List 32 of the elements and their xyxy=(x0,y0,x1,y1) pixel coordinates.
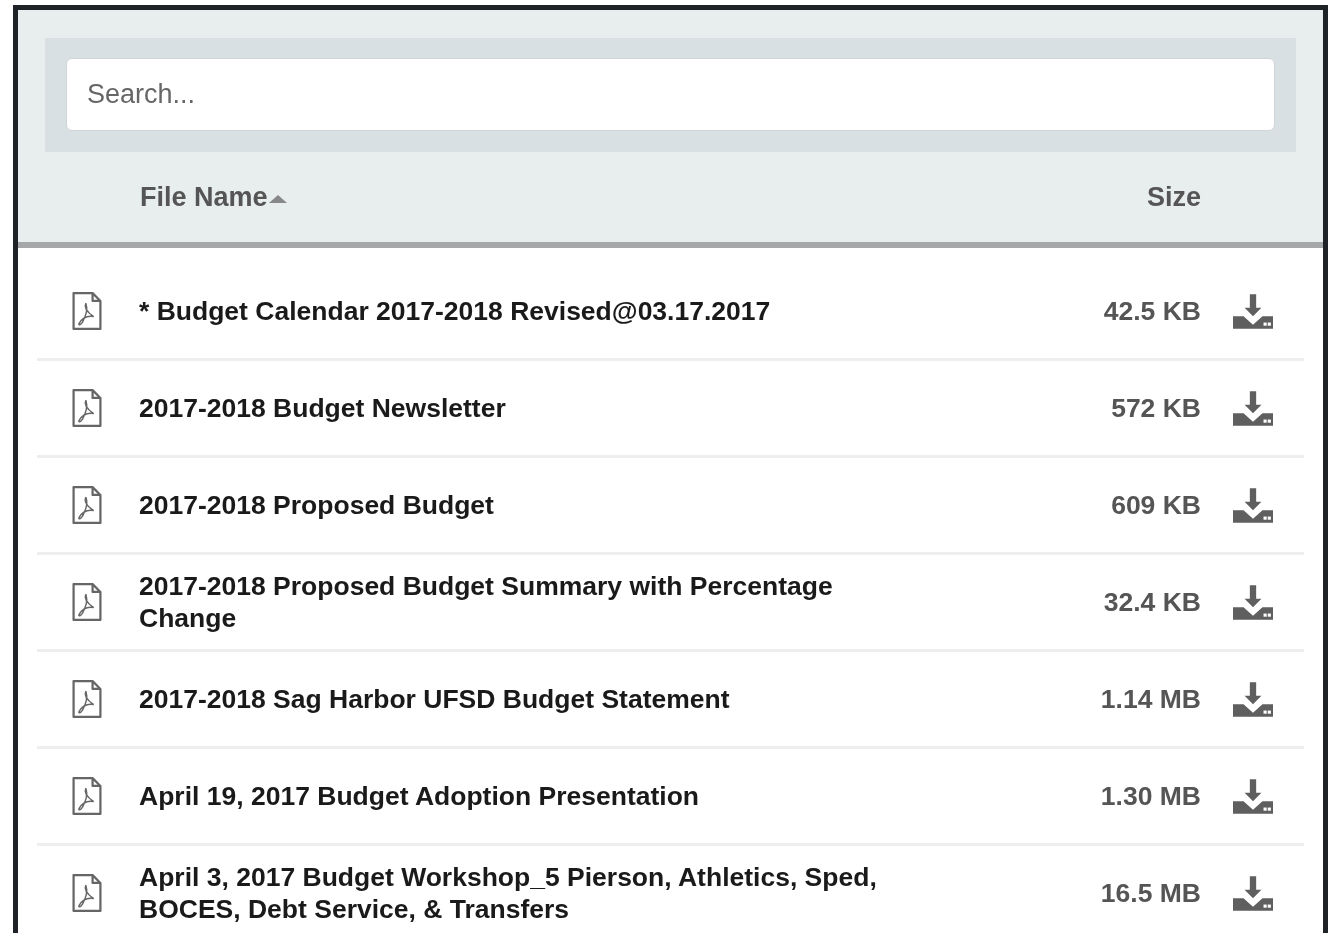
file-size: 609 KB xyxy=(1111,489,1201,521)
file-name[interactable]: April 19, 2017 Budget Adoption Presentation xyxy=(139,780,909,812)
download-icon[interactable] xyxy=(1233,390,1273,426)
pdf-file-icon xyxy=(69,680,105,718)
pdf-file-icon xyxy=(69,777,105,815)
file-size: 1.14 MB xyxy=(1100,683,1201,715)
download-icon[interactable] xyxy=(1233,681,1273,717)
file-name[interactable]: * Budget Calendar 2017-2018 Revised@03.17.2017 xyxy=(139,295,909,327)
file-size: 42.5 KB xyxy=(1103,295,1201,327)
file-name[interactable]: April 3, 2017 Budget Workshop_5 Pierson, Athletics, Sped, BOCES, Debt Service, & Transfers xyxy=(139,861,909,925)
pdf-file-icon xyxy=(69,292,105,330)
search-field[interactable]: Search... xyxy=(66,58,1275,131)
download-icon[interactable] xyxy=(1233,875,1273,911)
file-name[interactable]: 2017-2018 Proposed Budget Summary with Percentage Change xyxy=(139,570,909,634)
pdf-file-icon xyxy=(69,389,105,427)
download-icon[interactable] xyxy=(1233,778,1273,814)
file-name-header[interactable]: File Name xyxy=(140,181,268,213)
size-header[interactable]: Size xyxy=(1146,181,1201,213)
pdf-file-icon xyxy=(69,874,105,912)
download-icon[interactable] xyxy=(1233,487,1273,523)
file-size: 572 KB xyxy=(1111,392,1201,424)
sort-ascending-icon[interactable] xyxy=(268,195,287,203)
pdf-file-icon xyxy=(69,486,105,524)
file-name[interactable]: 2017-2018 Proposed Budget xyxy=(139,489,909,521)
download-icon[interactable] xyxy=(1233,293,1273,329)
file-size: 16.5 MB xyxy=(1100,877,1201,909)
download-icon[interactable] xyxy=(1233,584,1273,620)
file-size: 32.4 KB xyxy=(1103,586,1201,618)
file-name[interactable]: 2017-2018 Sag Harbor UFSD Budget Statement xyxy=(139,683,909,715)
pdf-file-icon xyxy=(69,583,105,621)
file-name[interactable]: 2017-2018 Budget Newsletter xyxy=(139,392,909,424)
file-size: 1.30 MB xyxy=(1100,780,1201,812)
